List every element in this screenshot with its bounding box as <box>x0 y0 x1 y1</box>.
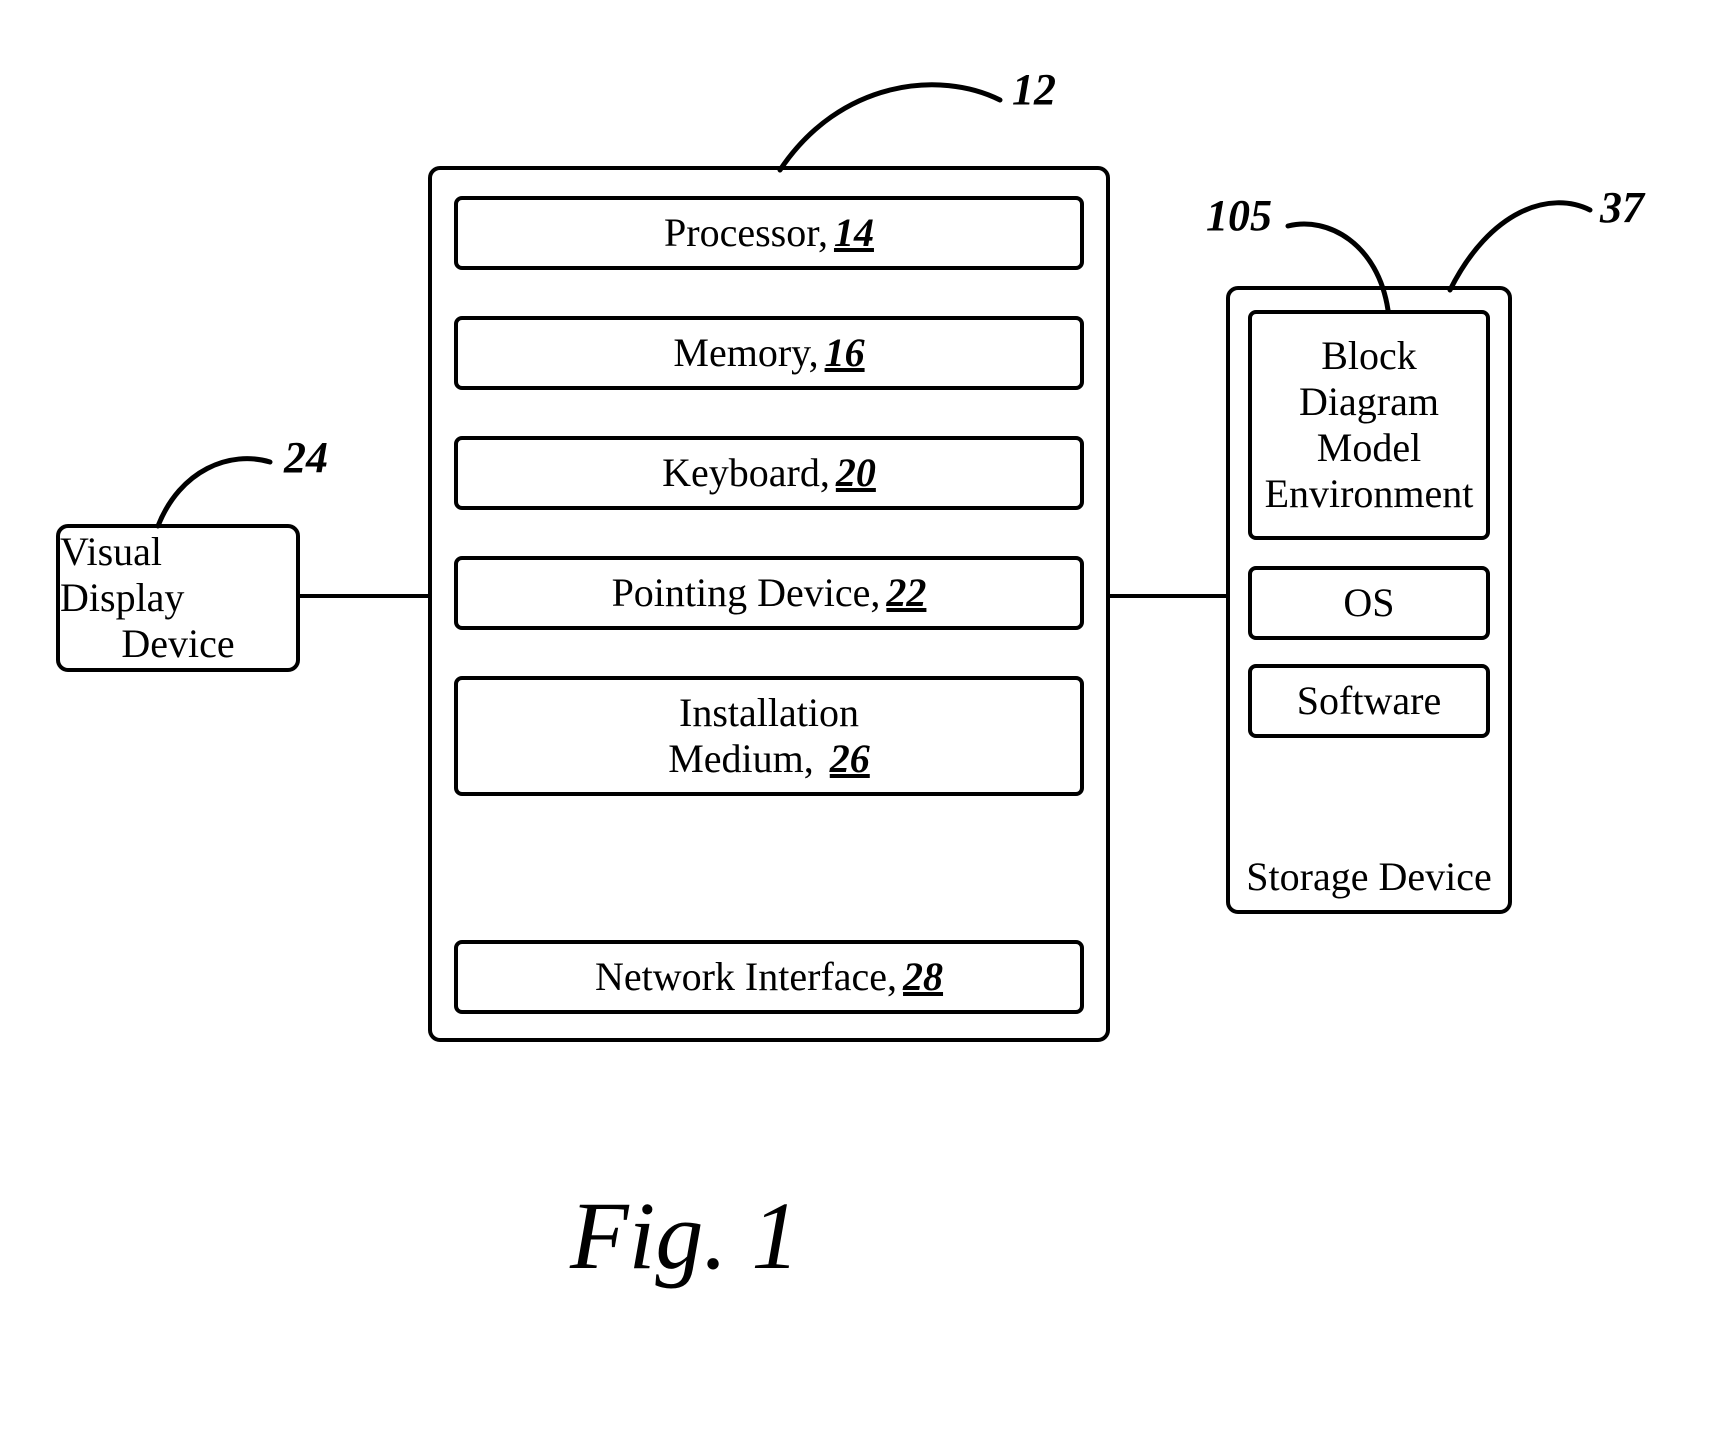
ref-14: 14 <box>834 210 874 256</box>
software-box: Software <box>1248 664 1490 738</box>
keyboard-box: Keyboard, 20 <box>454 436 1084 510</box>
visual-display-device-box: Visual Display Device <box>56 524 300 672</box>
memory-box: Memory, 16 <box>454 316 1084 390</box>
bdme-line2: Diagram <box>1299 379 1439 425</box>
ref-16: 16 <box>825 330 865 376</box>
install-label-line2: Medium, <box>668 736 814 781</box>
storage-device-label: Storage Device <box>1230 854 1508 900</box>
connector-main-storage <box>1108 594 1228 598</box>
leader-37 <box>1440 180 1610 300</box>
block-diagram-model-environment-box: Block Diagram Model Environment <box>1248 310 1490 540</box>
network-interface-box: Network Interface, 28 <box>454 940 1084 1014</box>
processor-box: Processor, 14 <box>454 196 1084 270</box>
memory-label: Memory, <box>673 330 818 376</box>
leader-24 <box>150 440 290 530</box>
software-label: Software <box>1297 678 1441 724</box>
ref-12: 12 <box>1012 64 1056 115</box>
ref-22: 22 <box>886 570 926 616</box>
figure-caption: Fig. 1 <box>570 1180 799 1291</box>
ref-20: 20 <box>836 450 876 496</box>
display-label-line2: Device <box>121 621 234 667</box>
leader-105 <box>1278 204 1398 316</box>
processor-label: Processor, <box>664 210 828 256</box>
ref-28: 28 <box>903 954 943 1000</box>
os-box: OS <box>1248 566 1490 640</box>
installation-medium-box: Installation Medium, 26 <box>454 676 1084 796</box>
pointing-device-box: Pointing Device, 22 <box>454 556 1084 630</box>
ref-26: 26 <box>830 736 870 781</box>
leader-12 <box>770 60 1030 180</box>
ref-24: 24 <box>284 432 328 483</box>
bdme-line4: Environment <box>1265 471 1474 517</box>
display-label-line1: Visual Display <box>60 529 296 621</box>
net-label: Network Interface, <box>595 954 897 1000</box>
ref-37: 37 <box>1600 182 1644 233</box>
ref-105: 105 <box>1206 190 1272 241</box>
bdme-line1: Block <box>1321 333 1417 379</box>
os-label: OS <box>1343 580 1394 626</box>
pointing-label: Pointing Device, <box>612 570 881 616</box>
keyboard-label: Keyboard, <box>662 450 830 496</box>
bdme-line3: Model <box>1317 425 1421 471</box>
diagram-canvas: Visual Display Device 24 12 Processor, 1… <box>0 0 1732 1432</box>
connector-display-main <box>296 594 430 598</box>
install-label-line1: Installation <box>679 690 859 736</box>
